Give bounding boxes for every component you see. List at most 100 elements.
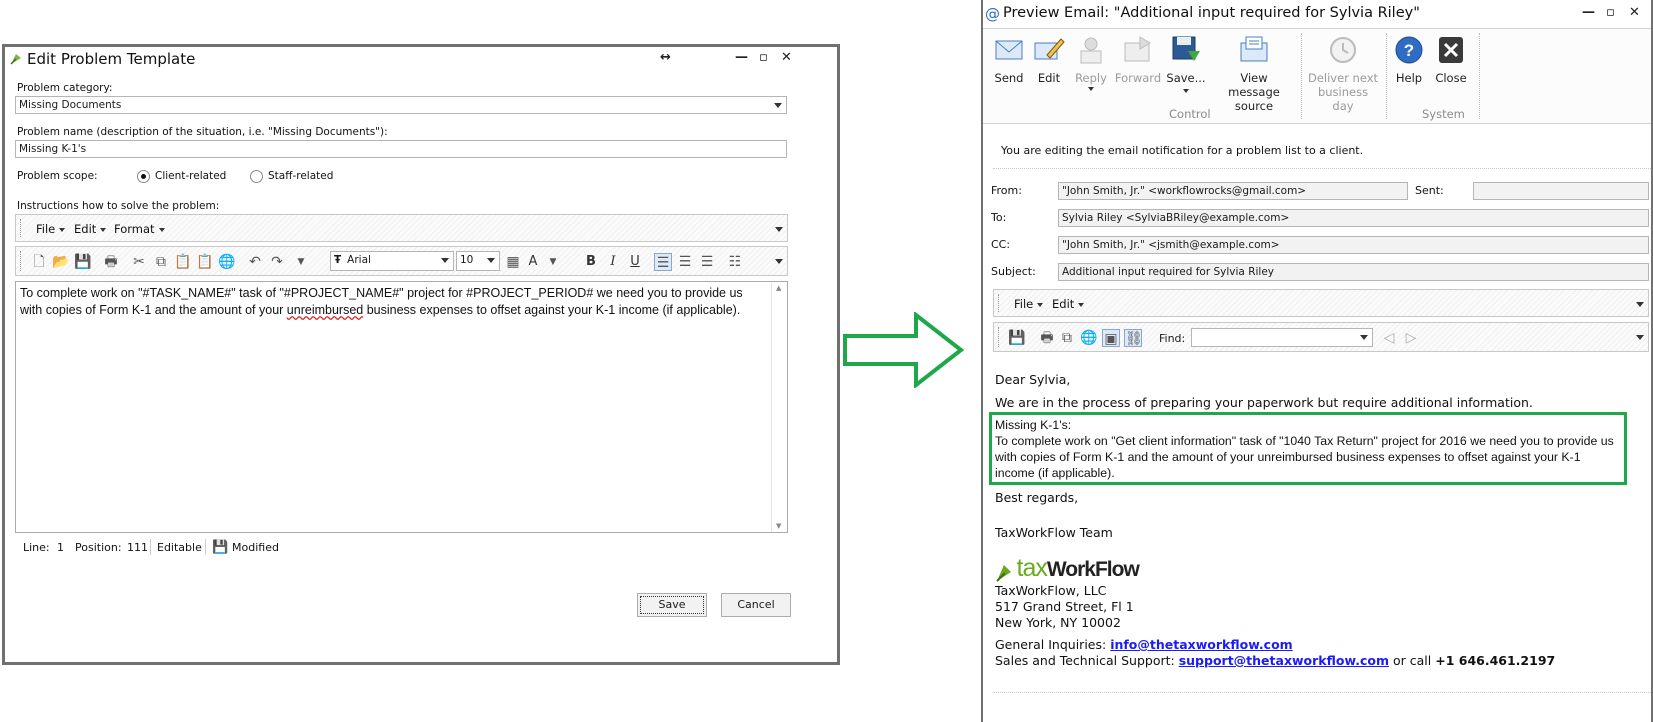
move-icon[interactable]: ↔ (660, 50, 671, 65)
toolbar-overflow-icon[interactable] (775, 259, 783, 264)
category-select[interactable]: Missing Documents (15, 96, 787, 114)
edit-icon (1034, 38, 1065, 60)
font-color-icon[interactable]: A (524, 253, 542, 271)
misspelled-word: unreimbursed (286, 303, 364, 317)
from-field[interactable]: "John Smith, Jr." <workflowrocks@gmail.c… (1058, 182, 1408, 200)
image-icon[interactable]: ▣ (1102, 329, 1120, 347)
font-name-select[interactable]: Ŧ Arial (330, 251, 454, 271)
close-button[interactable]: Close (1431, 35, 1471, 85)
sent-field[interactable] (1473, 182, 1649, 200)
underline-button[interactable]: U (626, 253, 644, 271)
to-field[interactable]: Sylvia Riley <SylviaBRiley@example.com> (1058, 209, 1649, 227)
cancel-button[interactable]: Cancel (721, 593, 791, 617)
greeting: Dear Sylvia, (995, 372, 1071, 387)
undo-icon[interactable]: ↶ (246, 253, 264, 271)
position-label: Position: (75, 541, 122, 554)
toolbar-overflow-icon[interactable] (1636, 302, 1644, 307)
paste-special-icon[interactable]: 📋 (196, 253, 214, 271)
menu-edit-label: Edit (1052, 297, 1075, 311)
italic-button[interactable]: I (604, 253, 622, 271)
menu-edit[interactable]: Edit (1052, 297, 1085, 311)
logo-tax: tax (1016, 554, 1048, 582)
save-icon[interactable]: 💾 (1008, 329, 1026, 347)
toolbar-grip[interactable] (20, 219, 23, 237)
subject-field[interactable]: Additional input required for Sylvia Ril… (1058, 263, 1649, 281)
save-icon[interactable]: 💾 (74, 253, 92, 271)
menu-format[interactable]: Format (114, 222, 165, 236)
company-logo: taxWorkFlow (995, 554, 1140, 582)
font-size-select[interactable]: 10 (456, 251, 500, 271)
web-icon[interactable]: 🌐 (1080, 329, 1098, 347)
find-input[interactable] (1191, 328, 1373, 347)
open-folder-icon[interactable]: 📂 (52, 253, 70, 271)
align-right-icon[interactable]: ☰ (698, 253, 716, 271)
toolbar-grip (20, 251, 23, 271)
toolbar-overflow-icon[interactable] (1636, 335, 1644, 340)
title-bar[interactable]: Edit Problem Template ↔ — ▫ ✕ (5, 47, 837, 73)
toolbar-overflow-icon[interactable] (775, 227, 783, 232)
print-icon[interactable]: 🖶 (1038, 329, 1056, 347)
email-menu-toolbar: File Edit (993, 289, 1649, 317)
call-label: or call (1392, 653, 1432, 668)
print-icon[interactable]: 🖶 (102, 253, 120, 271)
menu-edit-label: Edit (74, 222, 97, 236)
minimize-button[interactable]: — (1582, 5, 1595, 20)
scope-staff-radio[interactable] (250, 170, 263, 183)
to-value: Sylvia Riley <SylviaBRiley@example.com> (1062, 212, 1290, 224)
inquiries-email-link[interactable]: info@thetaxworkflow.com (1110, 637, 1293, 652)
maximize-button[interactable]: ▫ (759, 50, 768, 65)
chevron-down-icon[interactable]: ▼ (292, 253, 310, 271)
copy-icon[interactable]: ⧉ (152, 253, 170, 271)
paste-icon[interactable]: 📋 (174, 253, 192, 271)
editor-scrollbar[interactable]: ▲ ▼ (771, 282, 787, 532)
reply-button[interactable]: Reply (1071, 35, 1111, 91)
view-source-button[interactable]: View message source (1211, 35, 1297, 113)
new-document-icon[interactable]: 🗋 (30, 253, 48, 271)
find-next-icon[interactable]: ▷ (1402, 329, 1420, 347)
cc-field[interactable]: "John Smith, Jr." <jsmith@example.com> (1058, 236, 1649, 254)
align-center-icon[interactable]: ☰ (676, 253, 694, 271)
send-button[interactable]: Send (991, 35, 1027, 85)
close-window-button[interactable]: ✕ (781, 50, 792, 65)
problem-name-value: Missing K-1's (19, 143, 87, 155)
cut-icon[interactable]: ✂ (130, 253, 148, 271)
bullet-list-icon[interactable]: ☷ (726, 253, 744, 271)
chevron-down-icon (1360, 335, 1368, 340)
subject-value: Additional input required for Sylvia Ril… (1062, 266, 1275, 278)
chevron-down-icon (1183, 89, 1189, 93)
window-title: Edit Problem Template (27, 50, 196, 68)
scroll-up-icon[interactable]: ▲ (776, 284, 781, 292)
menu-file[interactable]: File (36, 222, 66, 236)
menu-format-label: Format (114, 222, 155, 236)
deliver-next-day-button[interactable]: Deliver next business day (1305, 35, 1381, 113)
toolbar-grip[interactable] (998, 294, 1001, 312)
menu-edit[interactable]: Edit (74, 222, 107, 236)
maximize-button[interactable]: ▫ (1606, 5, 1615, 20)
minimize-button[interactable]: — (735, 50, 748, 65)
category-value: Missing Documents (19, 99, 122, 111)
save-email-button[interactable]: Save... (1166, 35, 1206, 93)
help-label: Help (1395, 71, 1423, 85)
save-button[interactable]: Save (637, 593, 707, 617)
menu-file[interactable]: File (1014, 297, 1044, 311)
scope-client-radio[interactable] (137, 170, 150, 183)
chevron-down-icon[interactable]: ▼ (544, 253, 562, 271)
redo-icon[interactable]: ↷ (268, 253, 286, 271)
align-left-icon[interactable]: ☰ (654, 253, 672, 271)
title-bar[interactable]: @ Preview Email: "Additional input requi… (983, 0, 1651, 28)
link-icon[interactable]: ⛓ (1124, 329, 1143, 347)
help-button[interactable]: ? Help (1389, 35, 1429, 85)
table-icon[interactable]: ▦ (504, 253, 522, 271)
bold-button[interactable]: B (582, 253, 600, 271)
find-previous-icon[interactable]: ◁ (1380, 329, 1398, 347)
instructions-editor[interactable]: To complete work on "#TASK_NAME#" task o… (15, 281, 788, 533)
close-window-button[interactable]: ✕ (1629, 5, 1640, 20)
copy-icon[interactable]: ⧉ (1058, 329, 1076, 347)
edit-button[interactable]: Edit (1033, 35, 1065, 85)
problem-name-input[interactable]: Missing K-1's (15, 140, 787, 158)
forward-button[interactable]: Forward (1113, 35, 1163, 85)
scroll-down-icon[interactable]: ▼ (776, 522, 781, 530)
cc-label: CC: (991, 238, 1011, 251)
support-email-link[interactable]: support@thetaxworkflow.com (1179, 653, 1389, 668)
web-icon[interactable]: 🌐 (218, 253, 236, 271)
